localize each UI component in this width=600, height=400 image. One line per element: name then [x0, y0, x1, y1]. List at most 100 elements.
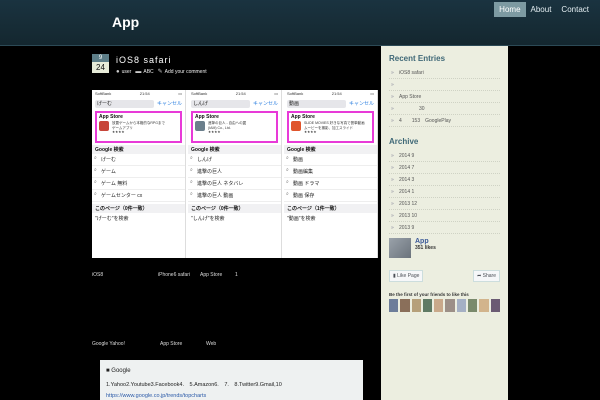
search-input[interactable]: げーむ — [95, 99, 154, 108]
post-category-label: ABC — [143, 68, 154, 75]
cancel-button[interactable]: キャンセル — [253, 100, 278, 107]
search-input[interactable]: しんげ — [191, 99, 250, 108]
status-bar: SoftBank 21:54 ▭ — [92, 90, 185, 98]
suggestion-item[interactable]: しんげ — [188, 154, 281, 166]
search-input[interactable]: 動画 — [287, 99, 346, 108]
nav-contact[interactable]: Contact — [556, 2, 594, 17]
archive-item[interactable]: 2013 9 — [389, 222, 500, 234]
post-title[interactable]: iOS8 safari — [116, 55, 172, 65]
site-title[interactable]: App — [112, 14, 139, 30]
archive-item[interactable]: 2014 9 — [389, 150, 500, 162]
body-text: App Store — [200, 272, 223, 278]
suggestion-item[interactable]: 動画 ドラマ — [284, 178, 377, 190]
recent-entry[interactable] — [389, 79, 500, 91]
fb-share-label: Share — [482, 273, 496, 279]
recent-entry[interactable]: App Store — [389, 91, 500, 103]
phone-screen-3: SoftBank 21:54 ▭ 動画 キャンセル App Store SLID… — [284, 90, 378, 258]
on-page-header: このページ（1件一致） — [284, 204, 377, 213]
suggestion-item[interactable]: 進撃の巨人 ネタバレ — [188, 178, 281, 190]
app-store-result[interactable]: App Store 放置ゲームから本格的なRPGまで ゲームアプリ ★★★★ — [95, 111, 182, 143]
suggestion-item[interactable]: ゲームセンター cx — [92, 190, 185, 202]
fb-friend-faces — [389, 299, 500, 312]
app-store-header: App Store — [99, 114, 123, 120]
suggestion-item[interactable]: 動画編集 — [284, 166, 377, 178]
on-page-header: このページ（0件一致） — [188, 204, 281, 213]
thumbs-up-icon: ▮ — [393, 273, 396, 279]
search-bar: げーむ キャンセル — [92, 98, 185, 109]
fb-friend-avatar[interactable] — [479, 299, 489, 312]
fb-like-page-button[interactable]: ▮ Like Page — [389, 270, 424, 282]
post-date-month: 9 — [92, 54, 109, 62]
cancel-button[interactable]: キャンセル — [157, 100, 182, 107]
archive-heading: Archive — [389, 137, 419, 146]
suggestion-item[interactable]: 進撃の巨人 動画 — [188, 190, 281, 202]
on-page-search[interactable]: "動画"を検索 — [284, 213, 377, 224]
body-text: Google Yahoo! — [92, 341, 125, 347]
body-text: iOS8 — [92, 272, 104, 278]
search-bar: 動画 キャンセル — [284, 98, 377, 109]
nav-about[interactable]: About — [526, 2, 557, 17]
nav-home[interactable]: Home — [494, 2, 526, 17]
clock: 21:54 — [139, 91, 150, 96]
google-ranking-box: ■ Google 1.Yahoo2.Youtube3.Facebook4. 5.… — [100, 360, 363, 400]
fb-friend-avatar[interactable] — [422, 299, 433, 312]
app-store-result[interactable]: App Store SLIDE MOVIES 好きな写真で簡単動画 ムービーを撮… — [287, 111, 374, 143]
post-author[interactable]: ● user — [116, 69, 131, 75]
post-meta: ● user ▬ ABC ✎ Add your comment — [116, 68, 207, 76]
fb-page-thumbnail[interactable] — [389, 238, 411, 258]
battery-icon: ▭ — [274, 91, 278, 96]
search-bar: しんげ キャンセル — [188, 98, 281, 109]
google-trends-link[interactable]: https://www.google.co.jp/trends/topchart… — [106, 393, 357, 399]
user-icon: ● — [116, 68, 120, 75]
suggestion-item[interactable]: 進撃の巨人 — [188, 166, 281, 178]
post-date: 9 24 — [92, 54, 109, 73]
post-image: SoftBank 21:54 ▭ げーむ キャンセル App Store 放置ゲ… — [92, 90, 378, 258]
body-text: Web — [206, 341, 217, 347]
fb-friend-avatar[interactable] — [434, 299, 444, 312]
app-description: SLIDE MOVIES 好きな写真で簡単動画 ムービーを撮影、加工スライド ★… — [304, 121, 365, 134]
share-icon: ➦ — [477, 273, 482, 279]
app-description: 進撃の巨人 - 自由への翼 (IAM) Co., Ltd. ★★★★ — [208, 121, 247, 134]
post-author-label: user — [121, 68, 132, 75]
fb-share-button[interactable]: ➦ Share — [473, 270, 500, 282]
archive-item[interactable]: 2013 12 — [389, 198, 500, 210]
post-comments[interactable]: ✎ Add your comment — [158, 68, 207, 76]
google-box-list: 1.Yahoo2.Youtube3.Facebook4. 5.Amazon6. … — [106, 382, 282, 388]
google-search-header: Google 検索 — [92, 145, 185, 154]
archive-item[interactable]: 2013 10 — [389, 210, 500, 222]
recent-entry[interactable]: 30 — [389, 103, 500, 115]
fb-friend-avatar[interactable] — [456, 299, 467, 312]
suggestion-item[interactable]: 動画 保存 — [284, 190, 377, 202]
app-icon — [195, 121, 205, 131]
phone-screen-2: SoftBank 21:54 ▭ しんげ キャンセル App Store 進撃の… — [188, 90, 282, 258]
cancel-button[interactable]: キャンセル — [349, 100, 374, 107]
archive-item[interactable]: 2014 3 — [389, 174, 500, 186]
post-category[interactable]: ▬ ABC — [135, 69, 153, 75]
fb-friend-avatar[interactable] — [389, 299, 399, 312]
app-store-result[interactable]: App Store 進撃の巨人 - 自由への翼 (IAM) Co., Ltd. … — [191, 111, 278, 143]
app-icon — [291, 121, 301, 131]
fb-friend-avatar[interactable] — [490, 299, 500, 312]
fb-friend-avatar[interactable] — [411, 299, 421, 312]
post-comments-label: Add your comment — [164, 68, 207, 75]
archive-item[interactable]: 2014 1 — [389, 186, 500, 198]
recent-entry[interactable]: iOS8 safari — [389, 67, 500, 79]
archive-item[interactable]: 2014 7 — [389, 162, 500, 174]
fb-page-name[interactable]: App — [415, 238, 436, 245]
suggestion-item[interactable]: ゲーム — [92, 166, 185, 178]
fb-friends-text: Be the first of your friends to like thi… — [389, 292, 469, 297]
fb-friend-avatar[interactable] — [445, 299, 455, 312]
app-description: 放置ゲームから本格的なRPGまで ゲームアプリ ★★★★ — [112, 121, 165, 134]
fb-like-page-label: Like Page — [397, 273, 420, 279]
suggestion-item[interactable]: げーむ — [92, 154, 185, 166]
suggestion-item[interactable]: ゲーム 無料 — [92, 178, 185, 190]
carrier: SoftBank — [95, 91, 112, 96]
suggestion-item[interactable]: 動画 — [284, 154, 377, 166]
fb-friend-avatar[interactable] — [400, 299, 410, 312]
fb-friend-avatar[interactable] — [468, 299, 478, 312]
body-text: iPhone6 safari — [158, 272, 190, 278]
on-page-search[interactable]: "げーむ"を検索 — [92, 213, 185, 224]
app-store-header: App Store — [195, 114, 219, 120]
recent-entry[interactable]: 4 153 GooglePlay — [389, 115, 500, 127]
on-page-search[interactable]: "しんげ"を検索 — [188, 213, 281, 224]
